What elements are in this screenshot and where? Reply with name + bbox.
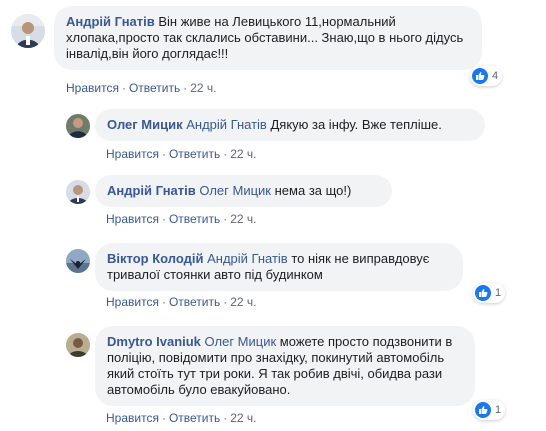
like-button[interactable]: Нравится bbox=[106, 212, 159, 226]
comment-actions: Нравится · Ответить · 22 ч. bbox=[106, 212, 257, 226]
like-button[interactable]: Нравится bbox=[106, 411, 159, 425]
comment-text: Дякую за інфу. Вже тепліше. bbox=[270, 117, 442, 132]
avatar[interactable] bbox=[11, 14, 45, 48]
comment-bubble: Андрій Гнатів Він живе на Левицького 11,… bbox=[54, 6, 482, 70]
timestamp[interactable]: 22 ч. bbox=[230, 295, 256, 309]
comment-author-link[interactable]: Олег Мицик bbox=[107, 117, 183, 132]
reaction-count-label: 1 bbox=[495, 404, 502, 416]
like-button[interactable]: Нравится bbox=[106, 147, 159, 161]
comment-bubble: Олег Мицик Андрій Гнатів Дякую за інфу. … bbox=[95, 109, 485, 141]
comment-bubble: Андрій Гнатів Олег Мицик нема за що!) bbox=[95, 175, 392, 207]
reply-button[interactable]: Ответить bbox=[169, 212, 220, 226]
comment-author-link[interactable]: Андрій Гнатів bbox=[107, 183, 196, 198]
reaction-count[interactable]: 1 bbox=[473, 400, 506, 420]
like-button[interactable]: Нравится bbox=[106, 295, 159, 309]
like-reaction-icon bbox=[475, 285, 491, 301]
avatar[interactable] bbox=[66, 114, 90, 138]
timestamp[interactable]: 22 ч. bbox=[230, 411, 256, 425]
comment-bubble: Dmytro Ivaniuk Олег Мицик можете просто … bbox=[95, 326, 475, 406]
like-button[interactable]: Нравится bbox=[66, 81, 119, 95]
like-reaction-icon bbox=[475, 402, 491, 418]
comment-actions: Нравится · Ответить · 22 ч. bbox=[106, 147, 257, 161]
mention-link[interactable]: Андрій Гнатів bbox=[207, 251, 288, 266]
reaction-count[interactable]: 4 bbox=[470, 66, 503, 86]
avatar[interactable] bbox=[66, 249, 90, 273]
timestamp[interactable]: 22 ч. bbox=[230, 212, 256, 226]
person-photo-icon bbox=[66, 333, 90, 357]
mention-link[interactable]: Андрій Гнатів bbox=[186, 117, 267, 132]
comment-author-link[interactable]: Віктор Колодій bbox=[107, 251, 203, 266]
person-photo-icon bbox=[11, 14, 45, 48]
comment-actions: Нравится · Ответить · 22 ч. bbox=[106, 411, 257, 425]
avatar[interactable] bbox=[66, 333, 90, 357]
reply-button[interactable]: Ответить bbox=[169, 295, 220, 309]
like-reaction-icon bbox=[472, 68, 488, 84]
comment-text: нема за що!) bbox=[274, 183, 352, 198]
mention-link[interactable]: Олег Мицик bbox=[205, 334, 277, 349]
person-photo-icon bbox=[66, 180, 90, 204]
comment-author-link[interactable]: Dmytro Ivaniuk bbox=[107, 334, 201, 349]
mention-link[interactable]: Олег Мицик bbox=[199, 183, 271, 198]
reply-button[interactable]: Ответить bbox=[129, 81, 180, 95]
comment-actions: Нравится · Ответить · 22 ч. bbox=[106, 295, 257, 309]
reaction-count[interactable]: 1 bbox=[473, 283, 506, 303]
comment-actions: Нравится · Ответить · 22 ч. bbox=[66, 81, 217, 95]
avatar[interactable] bbox=[66, 180, 90, 204]
reply-button[interactable]: Ответить bbox=[169, 147, 220, 161]
person-photo-icon bbox=[66, 114, 90, 138]
comment-bubble: Віктор Колодій Андрій Гнатів то ніяк не … bbox=[95, 243, 463, 291]
timestamp[interactable]: 22 ч. bbox=[230, 147, 256, 161]
timestamp[interactable]: 22 ч. bbox=[190, 81, 216, 95]
comment-author-link[interactable]: Андрій Гнатів bbox=[66, 14, 155, 29]
reaction-count-label: 4 bbox=[492, 70, 499, 82]
reply-button[interactable]: Ответить bbox=[169, 411, 220, 425]
bird-photo-icon bbox=[66, 249, 90, 273]
reaction-count-label: 1 bbox=[495, 287, 502, 299]
